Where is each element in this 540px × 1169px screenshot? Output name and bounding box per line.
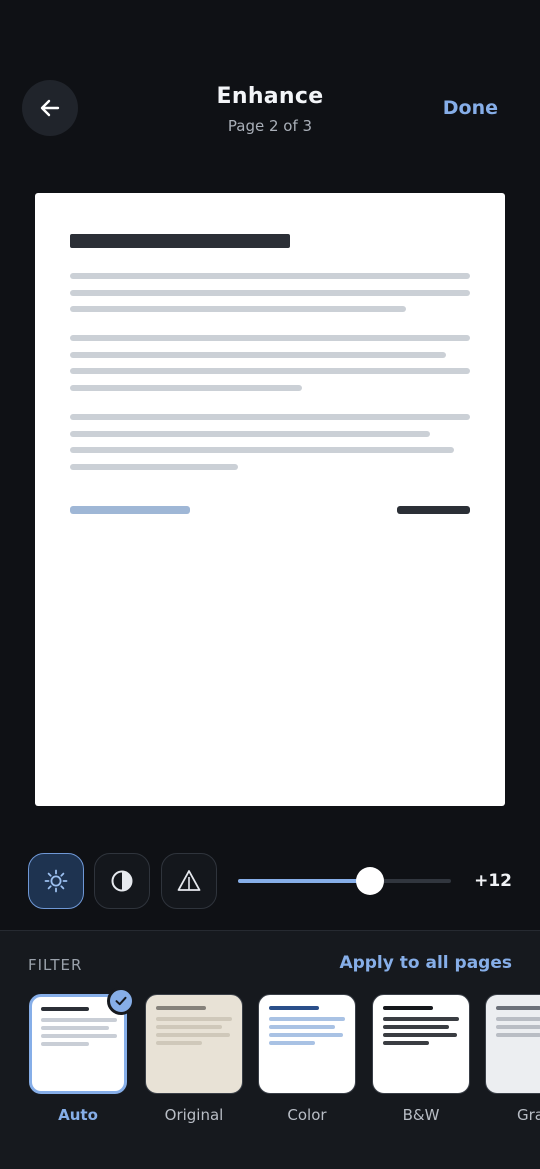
filter-option-bw[interactable]: [372, 994, 470, 1094]
adjust-value-label: +12: [474, 871, 512, 891]
filter-section-label: FILTER: [28, 956, 83, 974]
filter-option-color[interactable]: [258, 994, 356, 1094]
doc-heading-line: [70, 234, 290, 248]
filter-option-original[interactable]: [145, 994, 243, 1094]
filter-option-grayscale[interactable]: [485, 994, 540, 1094]
doc-text-line: [70, 352, 446, 358]
filter-label-original: Original: [164, 1106, 224, 1124]
doc-text-line: [70, 306, 406, 312]
doc-link-line: [70, 506, 190, 514]
doc-text-line: [70, 368, 470, 374]
adjust-slider-thumb[interactable]: [356, 867, 385, 895]
doc-text-line: [70, 385, 302, 391]
document-preview: [35, 193, 505, 806]
page-counter: Page 2 of 3: [227, 117, 313, 135]
sun-icon: [44, 869, 68, 893]
doc-text-line: [70, 335, 470, 341]
brightness-tool-button[interactable]: [28, 853, 84, 909]
checkmark-icon: [115, 996, 127, 1006]
filter-label-grayscale: Gra: [517, 1106, 540, 1124]
triangle-icon: [177, 870, 201, 891]
doc-signature-line: [397, 506, 470, 514]
selected-check-badge: [107, 987, 135, 1015]
doc-text-line: [70, 464, 238, 470]
apply-to-all-button[interactable]: Apply to all pages: [339, 953, 512, 973]
filter-label-auto: Auto: [58, 1106, 98, 1124]
filter-label-color: Color: [287, 1106, 327, 1124]
filter-label-bw: B&W: [402, 1106, 440, 1124]
done-button[interactable]: Done: [443, 97, 498, 119]
contrast-icon: [111, 870, 133, 892]
doc-text-line: [70, 431, 430, 437]
contrast-tool-button[interactable]: [94, 853, 150, 909]
doc-text-line: [70, 273, 470, 279]
doc-text-line: [70, 447, 454, 453]
adjust-slider-fill: [238, 879, 371, 883]
doc-text-line: [70, 414, 470, 420]
sharpen-tool-button[interactable]: [161, 853, 217, 909]
doc-text-line: [70, 290, 470, 296]
